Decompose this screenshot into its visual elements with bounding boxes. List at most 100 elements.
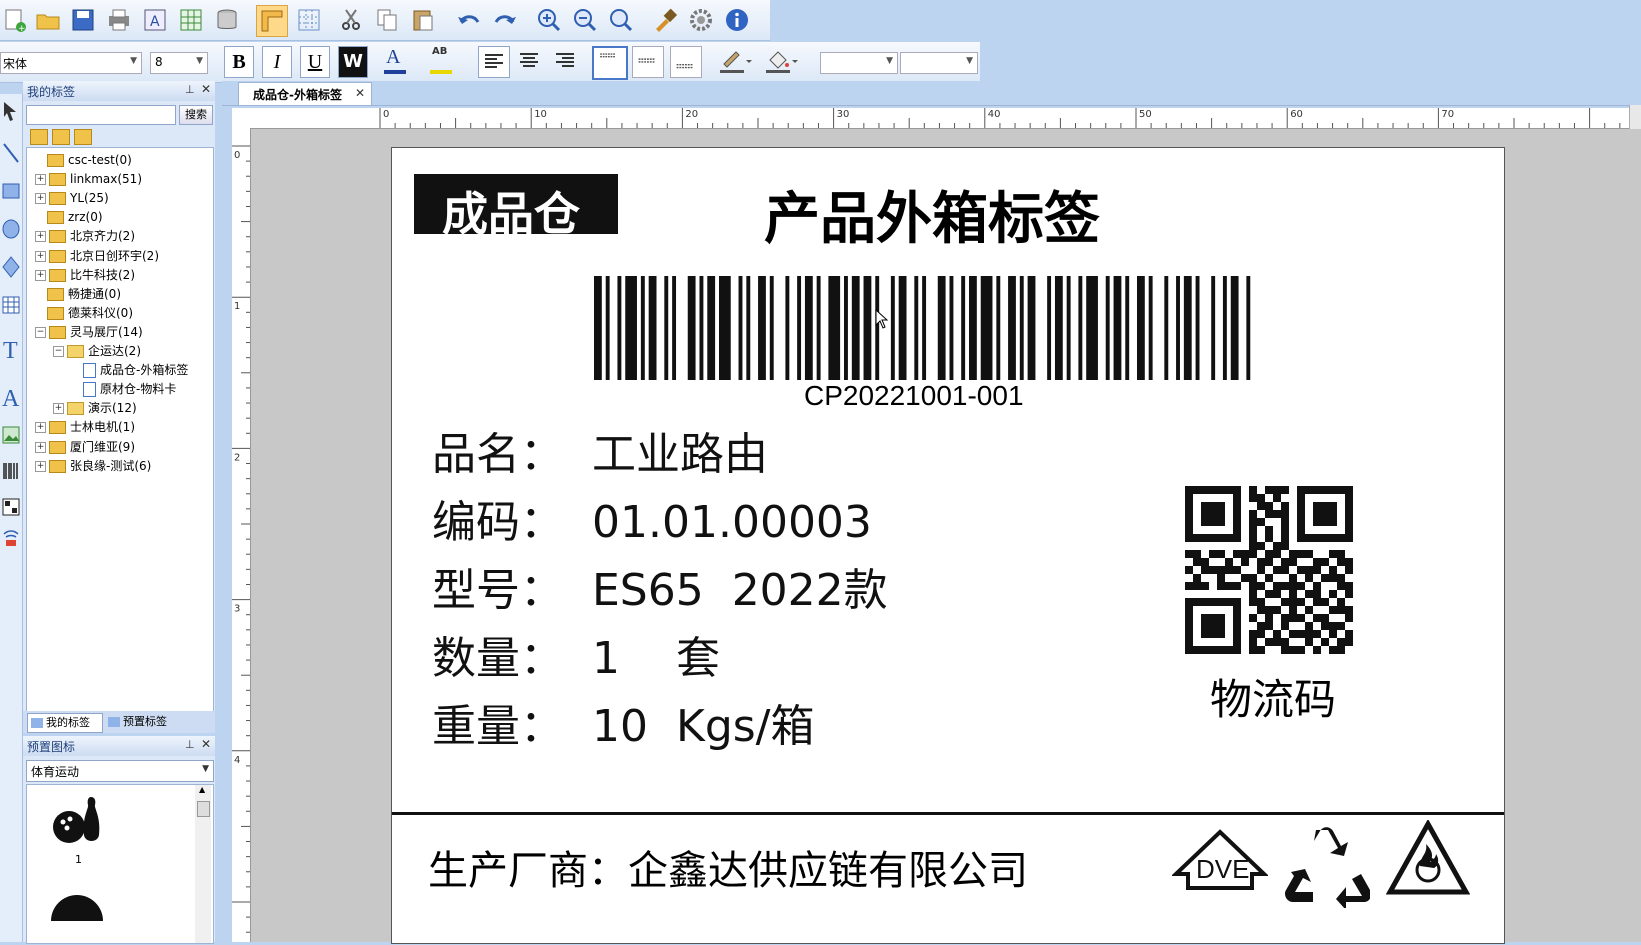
- tree-folder-item[interactable]: + 厦门维亚(9): [35, 437, 135, 457]
- label-field-row[interactable]: 品名： 工业路由: [432, 418, 768, 482]
- scroll-up-icon[interactable]: ▲: [199, 785, 205, 794]
- copy-icon[interactable]: [372, 5, 402, 35]
- expand-icon[interactable]: +: [35, 460, 46, 472]
- underline-button[interactable]: U: [300, 46, 330, 78]
- line-tool-icon[interactable]: [2, 142, 20, 164]
- font-size-select[interactable]: 8 ▼: [150, 52, 208, 74]
- tree-label-item[interactable]: 原材仓-物料卡: [71, 379, 176, 399]
- label-field-row[interactable]: 编码： 01.01.00003: [432, 486, 872, 550]
- scroll-thumb[interactable]: [197, 801, 210, 817]
- align-left-button[interactable]: [478, 46, 510, 78]
- expand-icon[interactable]: +: [35, 269, 46, 281]
- wordwrap-button[interactable]: W: [338, 46, 368, 78]
- delete-folder-icon[interactable]: [74, 129, 92, 145]
- highlight-color-button[interactable]: AB: [428, 46, 462, 76]
- search-button[interactable]: 搜索: [179, 105, 213, 125]
- ball-icon[interactable]: [47, 881, 107, 943]
- expand-icon[interactable]: +: [35, 250, 46, 262]
- label-field-row[interactable]: 数量： 1 套: [432, 622, 720, 686]
- icon-category-select[interactable]: 体育运动 ▼: [26, 760, 214, 782]
- diamond-tool-icon[interactable]: [2, 256, 20, 278]
- font-color-button[interactable]: A: [382, 46, 416, 76]
- close-tab-icon[interactable]: ✕: [355, 86, 365, 100]
- align-right-button[interactable]: [550, 46, 580, 76]
- pin-icon[interactable]: ⊥: [185, 738, 195, 751]
- image-tool-icon[interactable]: [2, 424, 20, 446]
- tree-folder-item[interactable]: csc-test(0): [35, 150, 132, 170]
- label-page[interactable]: 成品仓 产品外箱标签 CP20221001-001 品名： 工业路由 编码： 01.0…: [391, 147, 1505, 944]
- icon-grid-scrollbar[interactable]: ▲: [195, 785, 211, 943]
- settings-gear-icon[interactable]: [686, 5, 716, 35]
- ellipse-tool-icon[interactable]: [2, 218, 20, 240]
- expand-icon[interactable]: +: [35, 422, 46, 434]
- tree-folder-item[interactable]: + 演示(12): [53, 398, 137, 418]
- flammable-warning-icon[interactable]: [1385, 818, 1471, 896]
- tree-folder-item[interactable]: + 比牛科技(2): [35, 265, 135, 285]
- valign-middle-button[interactable]: [632, 46, 664, 78]
- tab-document[interactable]: 成品仓-外箱标签 ✕: [238, 82, 372, 105]
- manufacturer-text[interactable]: 生产厂商：企鑫达供应链有限公司: [428, 838, 1028, 896]
- tree-label-item[interactable]: 成品仓-外箱标签: [71, 360, 188, 380]
- text-template-icon[interactable]: A: [140, 5, 170, 35]
- qrcode-tool-icon[interactable]: [2, 496, 20, 518]
- zoom-out-icon[interactable]: [570, 5, 600, 35]
- collapse-icon[interactable]: −: [35, 326, 46, 338]
- tree-folder-item[interactable]: + linkmax(51): [35, 169, 142, 189]
- new-icon[interactable]: +: [0, 5, 30, 35]
- tree-folder-item[interactable]: 畅捷通(0): [35, 284, 121, 304]
- italic-button[interactable]: I: [262, 46, 292, 78]
- format-brush-icon[interactable]: [650, 5, 680, 35]
- barcode[interactable]: [594, 276, 1262, 380]
- expand-icon[interactable]: +: [35, 441, 46, 453]
- recycle-icon[interactable]: [1284, 820, 1372, 910]
- tree-folder-item[interactable]: + YL(25): [35, 188, 109, 208]
- expand-icon[interactable]: +: [53, 403, 64, 415]
- rectangle-tool-icon[interactable]: [2, 180, 20, 202]
- tree-folder-item[interactable]: zrz(0): [35, 207, 103, 227]
- tree-folder-item[interactable]: + 士林电机(1): [35, 417, 135, 437]
- pin-icon[interactable]: ⊥: [185, 83, 195, 96]
- line-style-select[interactable]: ▼: [820, 52, 898, 74]
- canvas-scrollbar[interactable]: [1629, 105, 1641, 129]
- dve-mark[interactable]: DVE: [1171, 828, 1269, 904]
- expand-icon[interactable]: +: [35, 231, 46, 243]
- tree-folder-item[interactable]: − 企运达(2): [53, 341, 141, 361]
- pointer-tool-icon[interactable]: [2, 100, 20, 122]
- close-icon[interactable]: ✕: [201, 82, 211, 96]
- label-title[interactable]: 产品外箱标签: [764, 174, 1100, 255]
- open-icon[interactable]: [33, 5, 63, 35]
- tree-folder-item[interactable]: + 张良缘-测试(6): [35, 456, 151, 476]
- zoom-in-icon[interactable]: [534, 5, 564, 35]
- ruler-icon[interactable]: [256, 5, 288, 37]
- edit-folder-icon[interactable]: [52, 129, 70, 145]
- line-width-select[interactable]: ▼: [900, 52, 978, 74]
- excel-icon[interactable]: [176, 5, 206, 35]
- close-icon[interactable]: ✕: [201, 737, 211, 751]
- print-icon[interactable]: [104, 5, 134, 35]
- table-tool-icon[interactable]: [2, 294, 20, 316]
- label-field-row[interactable]: 重量： 10 Kgs/箱: [432, 690, 815, 754]
- tab-my-labels[interactable]: 我的标签: [27, 713, 103, 733]
- expand-icon[interactable]: +: [35, 193, 46, 205]
- font-name-select[interactable]: 宋体 ▼: [0, 52, 142, 74]
- valign-bottom-button[interactable]: [670, 46, 702, 78]
- expand-icon[interactable]: +: [35, 174, 46, 186]
- database-icon[interactable]: [212, 5, 242, 35]
- fill-color-button[interactable]: [762, 46, 798, 76]
- align-center-button[interactable]: [514, 46, 544, 76]
- tree-folder-item[interactable]: + 北京齐力(2): [35, 226, 135, 246]
- barcode-tool-icon[interactable]: [2, 460, 20, 482]
- tab-preset-labels[interactable]: 预置标签: [105, 713, 179, 731]
- tree-folder-item[interactable]: 德莱科仪(0): [35, 303, 133, 323]
- collapse-icon[interactable]: −: [53, 346, 64, 357]
- line-color-button[interactable]: [716, 46, 752, 76]
- art-text-tool-icon[interactable]: A: [2, 384, 20, 412]
- grid-icon[interactable]: [294, 5, 324, 35]
- redo-icon[interactable]: [490, 5, 520, 35]
- zoom-fit-icon[interactable]: [606, 5, 636, 35]
- warehouse-block[interactable]: 成品仓: [414, 174, 618, 241]
- valign-top-button[interactable]: [592, 46, 628, 80]
- label-field-row[interactable]: 型号： ES65 2022款: [432, 554, 888, 618]
- rfid-tool-icon[interactable]: [2, 526, 20, 548]
- info-icon[interactable]: [722, 5, 752, 35]
